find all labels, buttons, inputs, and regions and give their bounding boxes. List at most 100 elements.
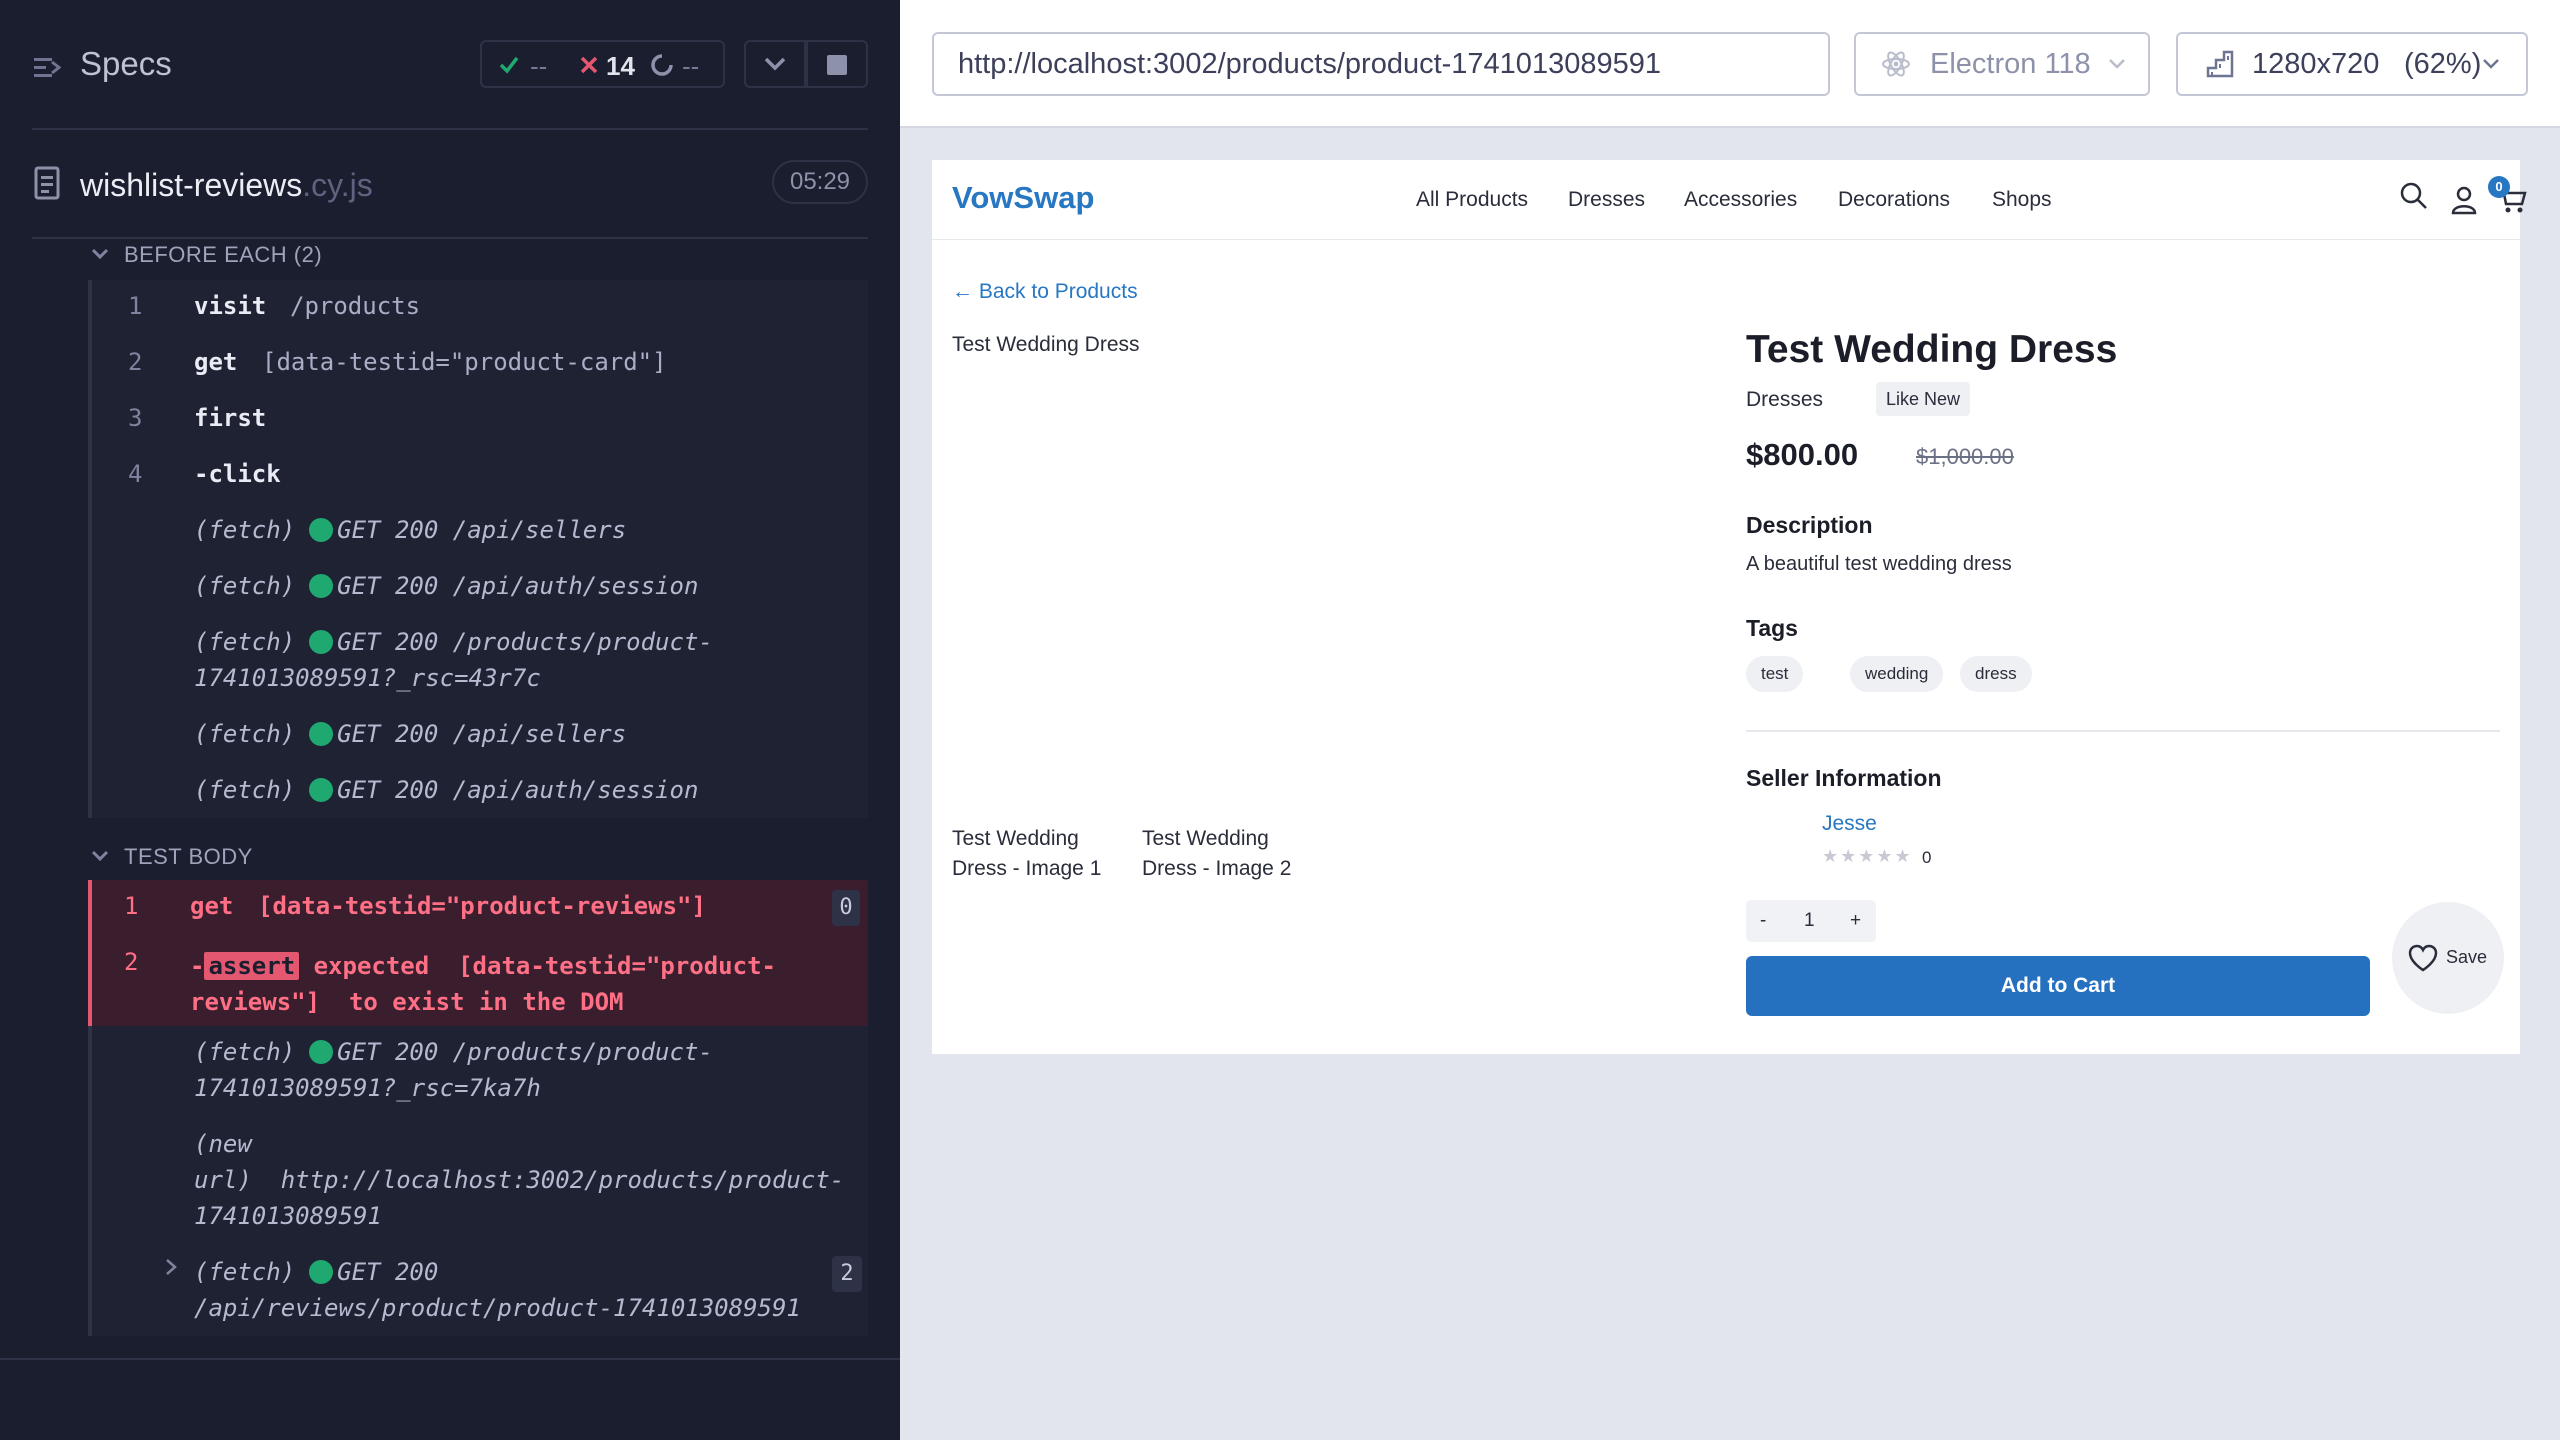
browser-label: Electron 118 — [1930, 48, 2091, 80]
stats-box: -- 14 -- — [480, 40, 725, 88]
log-url-cont: 1741013089591 — [194, 1202, 382, 1230]
fetch-log[interactable]: (fetch) GET 200 /api/auth/session — [194, 772, 698, 808]
user-icon[interactable] — [2448, 184, 2480, 216]
passed-count: -- — [530, 51, 548, 81]
command-number: 2 — [128, 348, 143, 376]
command-assert-failed[interactable]: 2 - assert expected [data-testid="product… — [92, 936, 864, 1026]
quantity-increase-button[interactable]: + — [1850, 910, 1861, 932]
nav-dresses[interactable]: Dresses — [1568, 188, 1645, 212]
stop-button[interactable] — [806, 40, 868, 88]
tag-chip[interactable]: wedding — [1850, 656, 1944, 692]
add-to-cart-button[interactable]: Add to Cart — [1746, 956, 2370, 1016]
cart-count-badge: 0 — [2488, 176, 2510, 198]
spec-divider — [32, 237, 868, 239]
viewport-selector[interactable]: 1280x720 (62%) — [2176, 32, 2528, 96]
condition-badge: Like New — [1876, 382, 1971, 416]
product-description: A beautiful test wedding dress — [1746, 553, 2012, 575]
tag-chip[interactable]: dress — [1960, 656, 2032, 692]
failed-count: 14 — [606, 51, 635, 81]
before-each-title[interactable]: BEFORE EACH (2) — [124, 242, 322, 268]
command-get-failed[interactable]: 1 get [data-testid="product-reviews"] 0 — [92, 880, 864, 936]
thumbnail-image-2[interactable]: Test Wedding Dress - Image 2 — [1142, 824, 1291, 884]
command-get[interactable]: 2 get [data-testid="product-card"] — [92, 336, 868, 392]
main-product-image[interactable]: Test Wedding Dress — [952, 330, 1140, 360]
image-alt-text-cont: Dress - Image 1 — [952, 857, 1102, 880]
nav-decorations[interactable]: Decorations — [1838, 188, 1950, 212]
command-visit[interactable]: 1 visit /products — [92, 280, 868, 336]
seller-heading: Seller Information — [1746, 765, 1942, 791]
command-click[interactable]: 4 -click — [92, 448, 868, 504]
rating-stars: ★★★★★ — [1822, 846, 1913, 866]
nav-accessories[interactable]: Accessories — [1684, 188, 1797, 212]
nav-all-products[interactable]: All Products — [1416, 188, 1528, 212]
pending-spinner-icon — [651, 54, 673, 76]
electron-icon — [1882, 51, 1910, 77]
command-prefix: - — [190, 952, 205, 980]
log-type: (fetch) — [194, 1258, 296, 1286]
chevron-down-icon — [2109, 59, 2125, 69]
chevron-down-icon[interactable] — [90, 244, 110, 264]
log-type: (fetch) — [194, 516, 296, 544]
rating-count: 0 — [1922, 848, 1932, 867]
command-name: get — [190, 892, 234, 920]
back-to-products-link[interactable]: ← Back to Products — [952, 280, 1138, 304]
tag-chip[interactable]: test — [1746, 656, 1804, 692]
fetch-log[interactable]: (fetch) GET 200 /products/product- 1741013… — [194, 1034, 713, 1106]
vowswap-app: VowSwap All Products Dresses Accessories… — [932, 160, 2527, 1054]
failed-commands: 1 get [data-testid="product-reviews"] 0 … — [88, 880, 868, 1026]
seller-name-link[interactable]: Jesse — [1822, 812, 1877, 836]
specs-title[interactable]: Specs — [80, 45, 172, 83]
thumbnail-image-1[interactable]: Test Wedding Dress - Image 1 — [952, 824, 1101, 884]
log-text-cont: 1741013089591?_rsc=7ka7h — [194, 1074, 541, 1102]
specs-toggle-icon[interactable] — [32, 52, 62, 82]
status-dot — [309, 778, 334, 802]
collapse-all-button[interactable] — [744, 40, 806, 88]
test-body-logs: (fetch) GET 200 /products/product- 1741013… — [88, 1026, 868, 1336]
quantity-value[interactable]: 1 — [1804, 910, 1815, 932]
quantity-stepper: - 1 + — [1746, 900, 1876, 942]
ruler-icon — [2206, 50, 2234, 78]
fetch-log[interactable]: (fetch) GET 200/api/reviews/product/produ… — [194, 1254, 801, 1326]
spec-duration: 05:29 — [772, 160, 868, 204]
save-button[interactable]: Save — [2392, 902, 2504, 1014]
command-message: [data-testid="product-reviews"] — [258, 892, 706, 920]
search-icon[interactable] — [2398, 180, 2430, 212]
log-url: http://localhost:3002/products/product- — [280, 1166, 845, 1194]
product-category: Dresses — [1746, 388, 1824, 411]
browser-selector[interactable]: Electron 118 — [1854, 32, 2150, 96]
log-type: (fetch) — [194, 628, 296, 656]
log-text-cont: /api/reviews/product/product-17410130895… — [194, 1294, 801, 1322]
status-dot — [309, 518, 334, 542]
log-text: GET 200 — [337, 1258, 439, 1286]
url-bar[interactable]: http://localhost:3002/products/product-1… — [932, 32, 1830, 96]
fetch-log[interactable]: (fetch) GET 200 /api/auth/session — [194, 568, 698, 604]
log-text: GET 200 /products/product- — [337, 1038, 713, 1066]
log-type-cont: url) — [194, 1166, 252, 1194]
new-url-log[interactable]: (new url) http://localhost:3002/products/… — [194, 1126, 844, 1234]
fetch-log[interactable]: (fetch) GET 200 /api/sellers — [194, 716, 626, 752]
aut-header: http://localhost:3002/products/product-1… — [900, 0, 2560, 128]
image-alt-text-cont: Dress - Image 2 — [1142, 857, 1292, 880]
chevron-right-icon[interactable] — [164, 1258, 178, 1276]
nav-shops[interactable]: Shops — [1992, 188, 2052, 212]
command-first[interactable]: 3 first — [92, 392, 868, 448]
chevron-down-icon[interactable] — [90, 846, 110, 866]
section-divider — [1746, 730, 2500, 732]
check-icon — [499, 56, 519, 74]
brand-logo[interactable]: VowSwap — [952, 180, 1094, 216]
command-number: 2 — [124, 948, 139, 976]
fetch-log[interactable]: (fetch) GET 200 /products/product- 1741013… — [194, 624, 713, 696]
status-dot — [309, 1260, 334, 1284]
status-dot — [309, 722, 334, 746]
chevron-down-icon — [2483, 59, 2499, 69]
spec-file-name[interactable]: wishlist-reviews.cy.js — [80, 167, 373, 204]
status-dot — [309, 1040, 334, 1064]
status-dot — [309, 574, 334, 598]
quantity-decrease-button[interactable]: - — [1760, 910, 1766, 932]
before-each-commands: 1 visit /products 2 get [data-testid="pr… — [88, 280, 868, 818]
request-count-badge: 2 — [832, 1256, 862, 1292]
fetch-log[interactable]: (fetch) GET 200 /api/sellers — [194, 512, 626, 548]
product-price: $800.00 — [1746, 437, 1859, 472]
test-body-title[interactable]: TEST BODY — [124, 844, 253, 870]
original-price: $1,000.00 — [1916, 444, 2014, 469]
